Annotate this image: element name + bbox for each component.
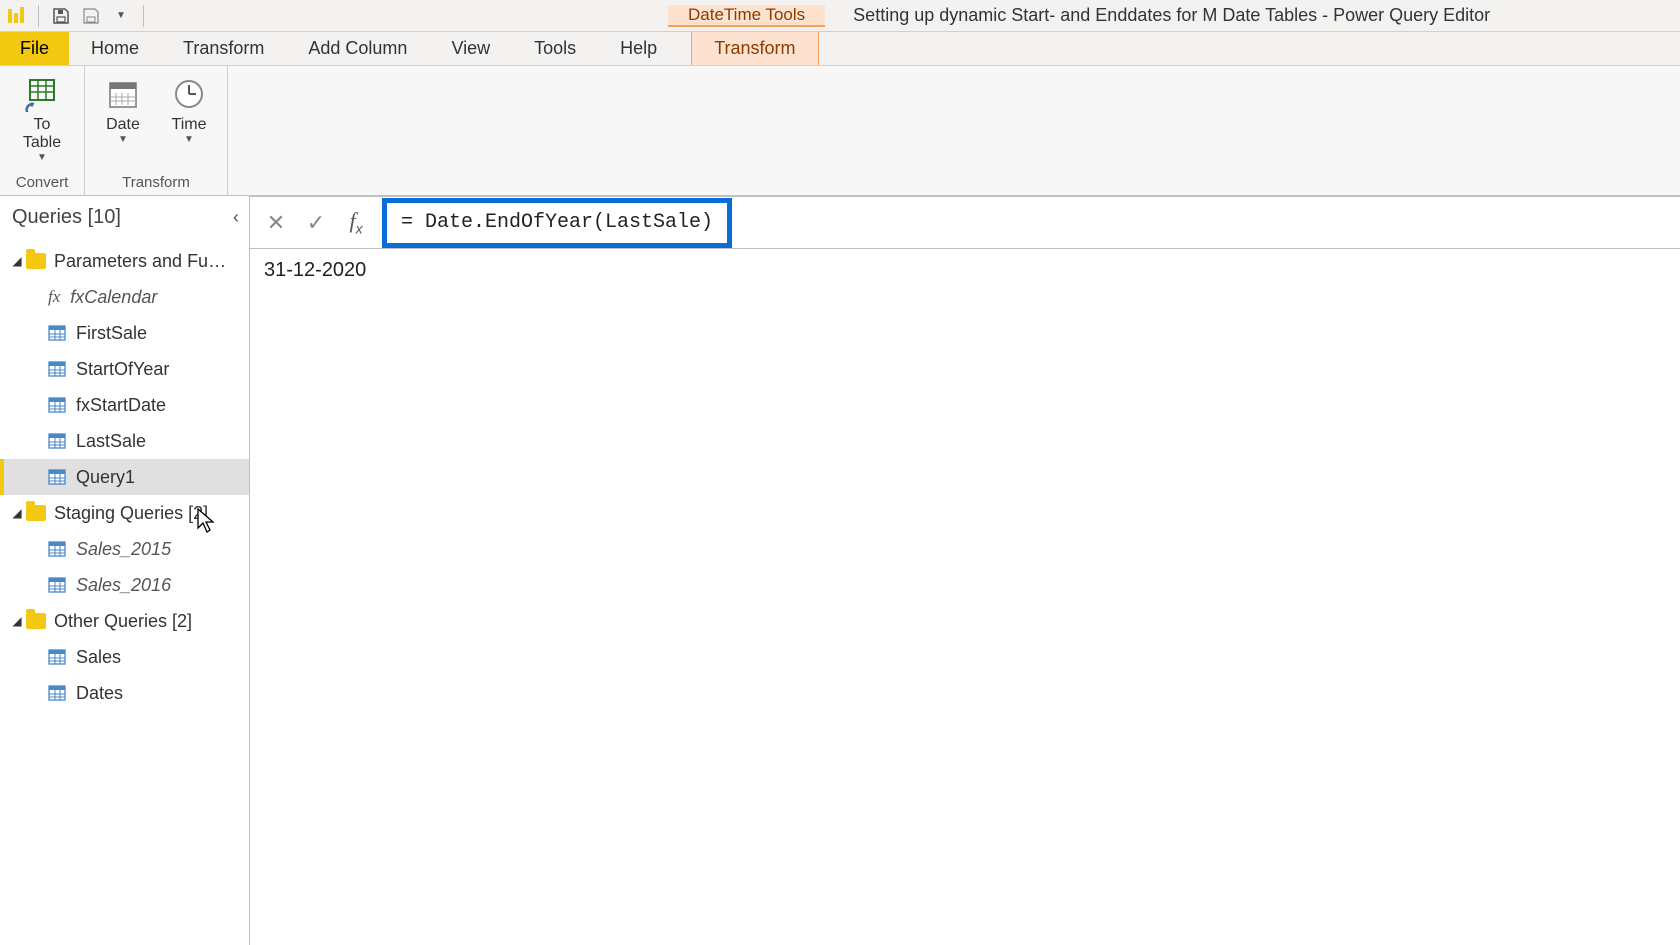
- preview-area: ✕ ✓ fx = Date.EndOfYear(LastSale) 31-12-…: [250, 196, 1680, 945]
- calendar-icon: [103, 74, 143, 114]
- query-label: Sales_2015: [76, 539, 171, 560]
- query-item[interactable]: StartOfYear: [0, 351, 249, 387]
- query-label: Dates: [76, 683, 123, 704]
- query-group[interactable]: ◢ Other Queries [2]: [0, 603, 249, 639]
- tab-tools[interactable]: Tools: [512, 32, 598, 65]
- expand-icon[interactable]: ◢: [10, 614, 24, 628]
- separator: [143, 5, 144, 27]
- query-item[interactable]: Sales_2015: [0, 531, 249, 567]
- tab-add-column[interactable]: Add Column: [286, 32, 429, 65]
- query-item[interactable]: Sales_2016: [0, 567, 249, 603]
- group-label: Staging Queries [2]: [54, 503, 208, 524]
- tab-transform[interactable]: Transform: [161, 32, 286, 65]
- table-icon: [48, 576, 66, 594]
- clock-icon: [169, 74, 209, 114]
- expand-icon[interactable]: ◢: [10, 506, 24, 520]
- result-value: 31-12-2020: [250, 249, 1680, 292]
- table-icon: [48, 324, 66, 342]
- tab-context-transform[interactable]: Transform: [691, 32, 818, 65]
- workspace: Queries [10] ‹ ◢Parameters and Fu…fxfxCa…: [0, 196, 1680, 945]
- query-item[interactable]: FirstSale: [0, 315, 249, 351]
- fx-icon[interactable]: fx: [336, 208, 376, 236]
- chevron-down-icon: ▼: [118, 134, 128, 145]
- ribbon-group-label: Transform: [122, 171, 190, 193]
- tab-help[interactable]: Help: [598, 32, 679, 65]
- table-icon: [48, 396, 66, 414]
- to-table-icon: [22, 74, 62, 114]
- folder-icon: [26, 505, 46, 521]
- quick-access-toolbar: ▼: [34, 4, 148, 28]
- query-label: Sales: [76, 647, 121, 668]
- group-label: Other Queries [2]: [54, 611, 192, 632]
- undo-button[interactable]: [79, 4, 103, 28]
- date-button[interactable]: Date ▼: [95, 72, 151, 145]
- table-icon: [48, 648, 66, 666]
- query-item[interactable]: fxStartDate: [0, 387, 249, 423]
- table-icon: [48, 468, 66, 486]
- query-label: fxCalendar: [70, 287, 157, 308]
- query-group[interactable]: ◢ Staging Queries [2]: [0, 495, 249, 531]
- separator: [38, 5, 39, 27]
- to-table-button[interactable]: To Table ▼: [10, 72, 74, 163]
- query-item[interactable]: Query1: [0, 459, 249, 495]
- window-title: Setting up dynamic Start- and Enddates f…: [825, 5, 1680, 26]
- query-label: Query1: [76, 467, 135, 488]
- collapse-pane-button[interactable]: ‹: [233, 207, 239, 228]
- folder-icon: [26, 253, 46, 269]
- time-label: Time: [172, 116, 207, 134]
- tab-home[interactable]: Home: [69, 32, 161, 65]
- queries-tree: ◢ Parameters and Fu… fx fxCalendar FirstSale…: [0, 239, 249, 715]
- function-icon: fx: [48, 287, 60, 307]
- group-label: Parameters and Fu…: [54, 251, 226, 272]
- cancel-formula-button[interactable]: ✕: [256, 203, 296, 243]
- chevron-down-icon: ▼: [37, 152, 47, 163]
- tab-file[interactable]: File: [0, 32, 69, 65]
- contextual-tools-label: DateTime Tools: [668, 5, 825, 27]
- formula-bar: ✕ ✓ fx = Date.EndOfYear(LastSale): [250, 197, 1680, 249]
- chevron-down-icon: ▼: [184, 134, 194, 145]
- table-icon: [48, 540, 66, 558]
- ribbon: To Table ▼ Convert Date ▼: [0, 66, 1680, 196]
- qat-dropdown[interactable]: ▼: [109, 4, 133, 28]
- query-item[interactable]: Dates: [0, 675, 249, 711]
- table-icon: [48, 432, 66, 450]
- ribbon-group-label: Convert: [16, 171, 69, 193]
- commit-formula-button[interactable]: ✓: [296, 203, 336, 243]
- date-label: Date: [106, 116, 140, 134]
- queries-header: Queries [10] ‹: [0, 196, 249, 239]
- query-item[interactable]: fx fxCalendar: [0, 279, 249, 315]
- query-group[interactable]: ◢ Parameters and Fu…: [0, 243, 249, 279]
- ribbon-group-transform: Date ▼ Time ▼ Transform: [85, 66, 228, 195]
- queries-title: Queries [10]: [12, 206, 121, 229]
- to-table-label: To Table: [23, 116, 61, 152]
- query-label: Sales_2016: [76, 575, 171, 596]
- ribbon-tab-strip: File Home Transform Add Column View Tool…: [0, 32, 1680, 66]
- table-icon: [48, 684, 66, 702]
- formula-input[interactable]: = Date.EndOfYear(LastSale): [401, 211, 713, 234]
- title-bar: ▼ DateTime Tools Setting up dynamic Star…: [0, 0, 1680, 32]
- query-label: LastSale: [76, 431, 146, 452]
- expand-icon[interactable]: ◢: [10, 254, 24, 268]
- app-icon: [2, 2, 30, 30]
- table-icon: [48, 360, 66, 378]
- query-label: fxStartDate: [76, 395, 166, 416]
- save-button[interactable]: [49, 4, 73, 28]
- tab-view[interactable]: View: [429, 32, 512, 65]
- query-label: FirstSale: [76, 323, 147, 344]
- query-item[interactable]: Sales: [0, 639, 249, 675]
- queries-pane: Queries [10] ‹ ◢ Parameters and Fu… fxfxCa…: [0, 196, 250, 945]
- folder-icon: [26, 613, 46, 629]
- time-button[interactable]: Time ▼: [161, 72, 217, 145]
- ribbon-group-convert: To Table ▼ Convert: [0, 66, 85, 195]
- formula-highlight: = Date.EndOfYear(LastSale): [382, 198, 732, 248]
- query-label: StartOfYear: [76, 359, 169, 380]
- query-item[interactable]: LastSale: [0, 423, 249, 459]
